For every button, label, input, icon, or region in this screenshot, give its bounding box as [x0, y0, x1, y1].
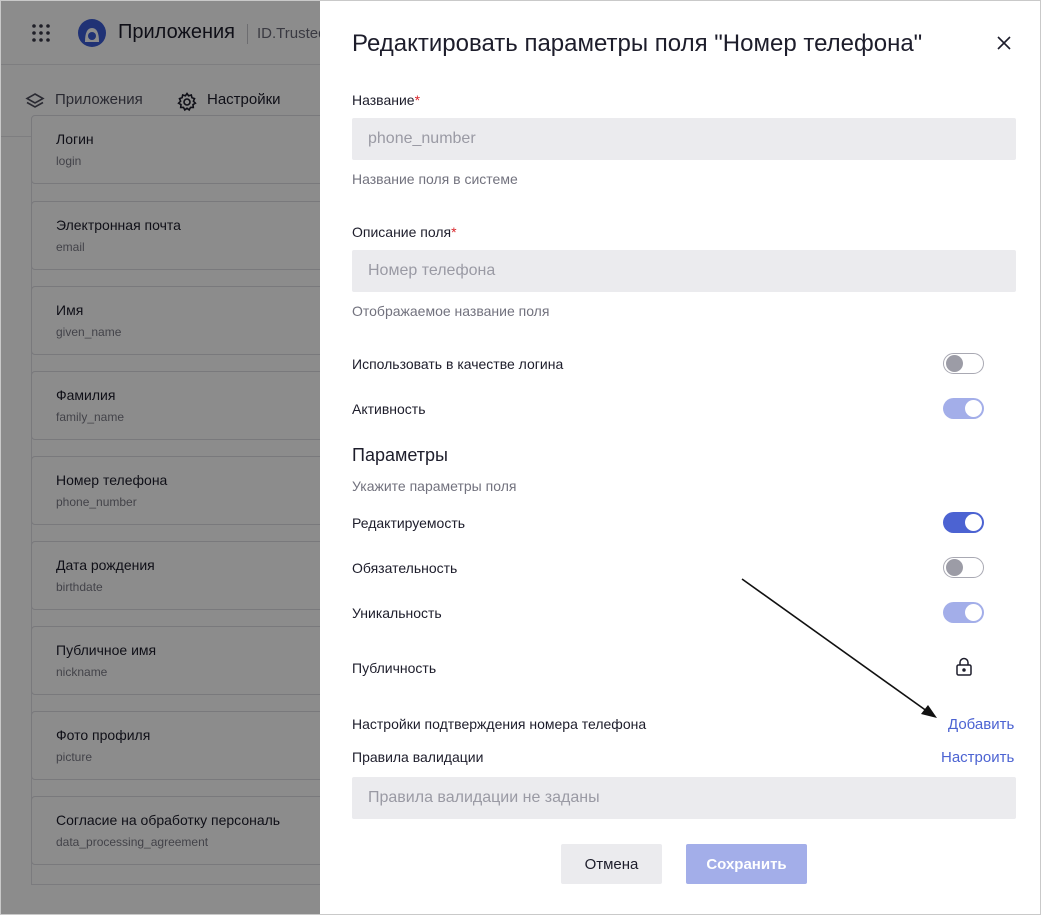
required-toggle[interactable]: [943, 557, 984, 578]
toggle-knob: [965, 514, 982, 531]
name-hint: Название поля в системе: [352, 171, 518, 187]
close-button[interactable]: [992, 31, 1016, 55]
editable-toggle[interactable]: [943, 512, 984, 533]
params-title: Параметры: [352, 445, 448, 465]
description-hint: Отображаемое название поля: [352, 303, 550, 319]
params-hint: Укажите параметры поля: [352, 478, 517, 494]
phone-confirmation-label: Настройки подтверждения номера телефона: [352, 716, 647, 732]
description-input[interactable]: Номер телефона: [352, 250, 1016, 292]
save-button[interactable]: Сохранить: [686, 844, 807, 884]
active-toggle[interactable]: [943, 398, 984, 419]
use-as-login-label: Использовать в качестве логина: [352, 356, 564, 372]
unique-label: Уникальность: [352, 605, 442, 621]
drawer-title: Редактировать параметры поля "Номер теле…: [352, 30, 923, 57]
name-label: Название*: [352, 92, 420, 108]
public-label: Публичность: [352, 660, 437, 676]
edit-field-drawer: Редактировать параметры поля "Номер теле…: [320, 1, 1040, 914]
toggle-knob: [946, 355, 963, 372]
name-input[interactable]: phone_number: [352, 118, 1016, 160]
editable-label: Редактируемость: [352, 515, 466, 531]
validation-rules-label: Правила валидации: [352, 749, 484, 765]
configure-validation-link[interactable]: Настроить: [941, 749, 1014, 766]
description-label: Описание поля*: [352, 224, 457, 240]
required-mark: *: [451, 224, 457, 240]
description-input-value: Номер телефона: [368, 262, 496, 279]
name-label-text: Название: [352, 92, 415, 108]
use-as-login-toggle[interactable]: [943, 353, 984, 374]
toggle-knob: [965, 604, 982, 621]
active-label: Активность: [352, 401, 426, 417]
name-input-value: phone_number: [368, 130, 476, 147]
description-label-text: Описание поля: [352, 224, 452, 240]
required-mark: *: [414, 92, 421, 108]
validation-rules-value: Правила валидации не заданы: [368, 789, 600, 806]
close-icon: [997, 36, 1011, 50]
toggle-knob: [965, 400, 982, 417]
add-confirmation-link[interactable]: Добавить: [948, 716, 1014, 733]
validation-rules-field: Правила валидации не заданы: [352, 777, 1016, 819]
cancel-button[interactable]: Отмена: [561, 844, 662, 884]
unique-toggle[interactable]: [943, 602, 984, 623]
toggle-knob: [946, 559, 963, 576]
required-label: Обязательность: [352, 560, 458, 576]
lock-icon: [956, 657, 972, 676]
